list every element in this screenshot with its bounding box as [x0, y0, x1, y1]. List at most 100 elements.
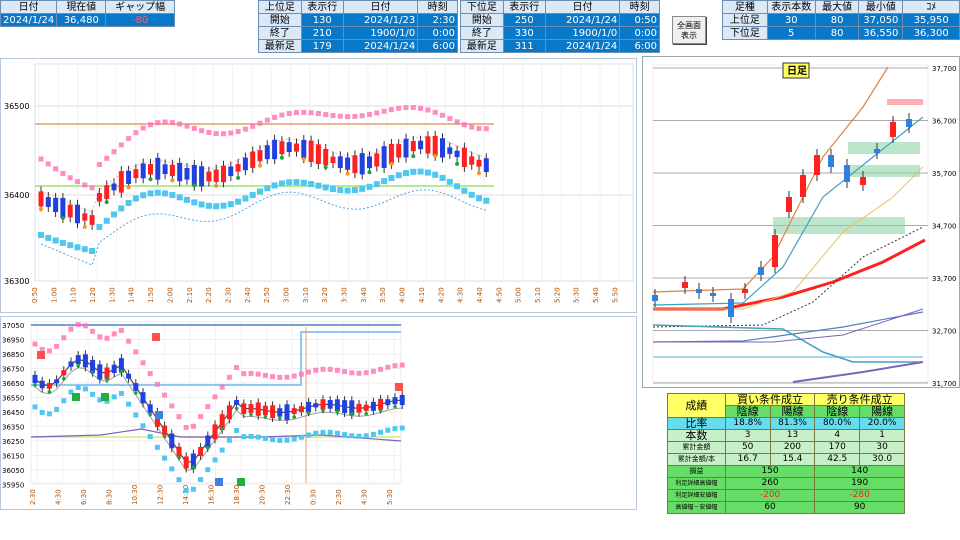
upper-band-marker [38, 156, 44, 162]
lower-band-marker [315, 182, 322, 189]
y-axis-label: 35950 [2, 481, 24, 489]
upper-band-marker [337, 113, 343, 119]
upper-band-marker [133, 349, 139, 355]
lower-band-marker [227, 201, 234, 208]
candle-body [374, 153, 380, 167]
upper-band-marker [298, 371, 304, 377]
upper-band-marker [461, 122, 467, 128]
y-axis-label: 36400 [4, 191, 29, 200]
stat-cell: 15.4 [769, 453, 816, 466]
candle-body [352, 155, 358, 174]
candle-body [183, 456, 189, 469]
upper-band-marker [352, 113, 358, 119]
summary-row-label: 上位足 [722, 13, 768, 27]
candle-body [68, 361, 74, 367]
row-value[interactable]: 250 [502, 13, 546, 27]
upper-band-marker [440, 112, 445, 118]
sell-bull-header: 陽線 [859, 405, 905, 418]
lower-band-marker [75, 385, 81, 391]
candle-body [53, 197, 59, 213]
x-axis-label: 0:50 [31, 287, 39, 303]
candle-body [432, 135, 438, 156]
signal-dot [162, 434, 167, 438]
signal-dot [236, 175, 241, 180]
lower-band-marker [392, 426, 398, 432]
summary-cell[interactable]: 80 [814, 13, 860, 27]
signal-dot [206, 445, 210, 450]
candle-body [483, 158, 489, 173]
signal-dot [62, 376, 66, 381]
upper-band-marker [418, 105, 424, 111]
upper-band-marker [250, 123, 256, 129]
buy-signal-marker [72, 393, 80, 401]
candle-body [313, 403, 319, 408]
date-header: 日付 [0, 0, 58, 14]
row-label: 終了 [460, 26, 504, 40]
candle-body [461, 147, 467, 167]
upper-band-marker [177, 121, 183, 127]
stat-row-label: 高値幅－安値幅 [667, 501, 726, 514]
upper-band-marker [306, 369, 312, 375]
candle-body [32, 374, 38, 384]
plot-area [34, 63, 634, 282]
summary-header: 最大値 [814, 0, 860, 14]
x-axis-label: 4:30 [361, 489, 369, 505]
upper-band-marker [90, 328, 96, 334]
lower-band-marker [147, 190, 154, 197]
gap-width-header: ギャップ幅 [105, 0, 175, 14]
buy-bear-header: 陰線 [724, 405, 771, 418]
upper-band-marker [320, 366, 326, 372]
lower-band-marker [378, 429, 384, 435]
y-axis-label: 31,700 [932, 380, 957, 388]
lower-band-marker [322, 184, 329, 191]
signal-dot [82, 225, 87, 229]
summary-cell[interactable]: 5 [766, 26, 816, 40]
summary-cell[interactable]: 80 [814, 26, 860, 40]
row-value[interactable]: 330 [502, 26, 546, 40]
lower-foot-header: 下位足 [460, 0, 504, 14]
signal-dot [258, 163, 262, 168]
upper-band-marker [286, 110, 292, 116]
lower-band-marker [255, 434, 261, 440]
x-axis-label: 1:40 [128, 287, 136, 303]
candle-body [381, 146, 387, 169]
candle-body [291, 408, 297, 414]
summary-header: 最小値 [858, 0, 904, 14]
current-price-table: 日付 現在値 ギャップ幅 2024/1/24 36,480 -80 [0, 0, 175, 27]
stat-row-label: 比率 [667, 417, 726, 430]
support-zone [773, 217, 905, 234]
signal-dot [477, 171, 481, 176]
upper-band-marker [162, 119, 168, 125]
candle-body [388, 143, 394, 164]
y-axis-label: 36300 [4, 277, 29, 286]
candle-body [370, 401, 376, 411]
candle-body [454, 150, 460, 158]
signal-dot [350, 411, 354, 416]
x-axis-label: 5:20 [553, 287, 561, 303]
summary-cell[interactable]: 30 [766, 13, 816, 27]
lower-band-marker [52, 237, 59, 244]
lower-timeframe-chart[interactable]: 37050 36950 36850 36750 36650 36550 36450 36350… [0, 316, 637, 510]
candle-body [241, 403, 247, 415]
lower-band-marker [403, 170, 409, 177]
row-value[interactable]: 130 [300, 13, 344, 27]
stat-cell: 4 [814, 429, 861, 442]
upper-band-marker [219, 384, 225, 390]
daily-chart[interactable]: 37,700 36,700 35,700 34,700 33,700 32,700 31,7… [642, 56, 960, 388]
x-axis-label: 5:30 [386, 489, 394, 505]
row-value[interactable]: 210 [300, 26, 344, 40]
candle-body [97, 364, 103, 380]
y-axis-label: 36,700 [932, 118, 957, 126]
lower-band-marker [59, 239, 66, 246]
upper-band-marker [381, 108, 387, 114]
stat-row-label: 累計金額 [667, 441, 726, 454]
y-axis-label: 37050 [2, 322, 24, 330]
signal-dot [378, 408, 383, 413]
lower-band-marker [126, 401, 132, 407]
fullscreen-button[interactable]: 全画面 表示 [672, 16, 706, 44]
lower-band-marker [74, 244, 81, 251]
lower-band-marker [183, 487, 189, 493]
signal-dot [33, 383, 37, 387]
current-price-value: 36,480 [56, 13, 107, 27]
upper-timeframe-chart[interactable]: 36500 36400 36300 0:50 1:00 1:10 1:20 1:30 1:40 1… [0, 58, 637, 313]
